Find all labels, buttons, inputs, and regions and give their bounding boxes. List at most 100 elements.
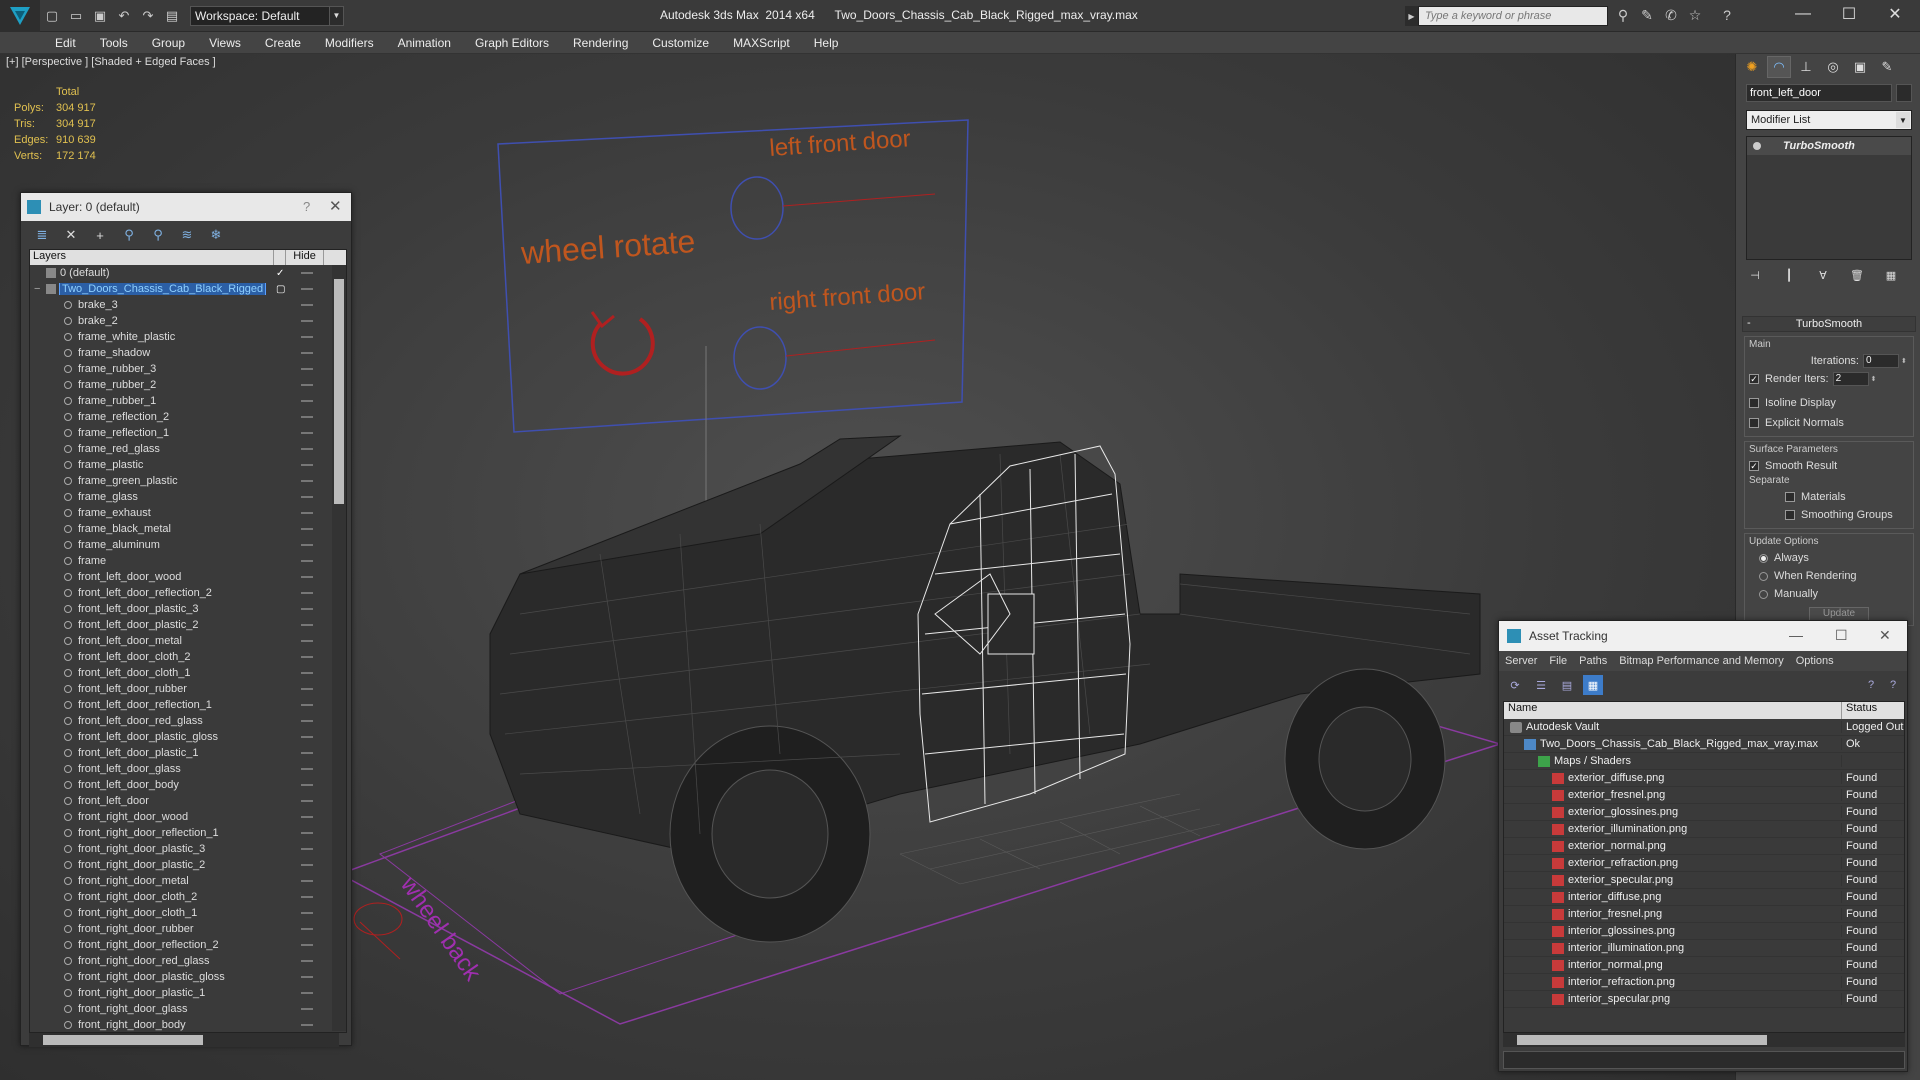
asset-row[interactable]: exterior_specular.png Found: [1504, 872, 1904, 889]
open-file-icon[interactable]: ▭: [66, 6, 86, 26]
motion-tab-icon[interactable]: ◎: [1821, 56, 1845, 78]
hide-toggle[interactable]: [288, 304, 326, 306]
asset-row[interactable]: Maps / Shaders: [1504, 753, 1904, 770]
help-icon[interactable]: ?: [1861, 675, 1881, 695]
object-row[interactable]: front_left_door_plastic_2: [30, 617, 346, 633]
hide-toggle[interactable]: [288, 544, 326, 546]
spinner-arrows-icon[interactable]: ⬍: [1901, 357, 1909, 365]
redo-icon[interactable]: ↷: [138, 6, 158, 26]
object-row[interactable]: front_left_door_glass: [30, 761, 346, 777]
workspace-dropdown[interactable]: Workspace: Default: [190, 5, 330, 26]
create-layer-icon[interactable]: ≣: [31, 224, 53, 246]
asset-table[interactable]: Name Status Autodesk Vault Logged Out Two_…: [1503, 701, 1905, 1033]
object-row[interactable]: front_left_door_rubber: [30, 681, 346, 697]
object-row[interactable]: front_left_door_plastic_3: [30, 601, 346, 617]
search-input[interactable]: Type a keyword or phrase: [1418, 6, 1608, 26]
object-row[interactable]: front_right_door_plastic_gloss: [30, 969, 346, 985]
hide-toggle[interactable]: [288, 576, 326, 578]
object-row[interactable]: brake_3: [30, 297, 346, 313]
table-view-icon[interactable]: ▦: [1583, 675, 1603, 695]
binoculars-icon[interactable]: ⚲: [1614, 7, 1632, 25]
hide-toggle[interactable]: [288, 496, 326, 498]
object-row[interactable]: front_right_door_cloth_1: [30, 905, 346, 921]
hide-toggle[interactable]: [288, 464, 326, 466]
asset-row[interactable]: Autodesk Vault Logged Out: [1504, 719, 1904, 736]
explicit-normals-checkbox[interactable]: [1749, 418, 1759, 428]
hide-toggle[interactable]: [288, 976, 326, 978]
hide-toggle[interactable]: [288, 704, 326, 706]
object-row[interactable]: front_right_door_plastic_1: [30, 985, 346, 1001]
object-row[interactable]: front_left_door_cloth_1: [30, 665, 346, 681]
layer-row[interactable]: 0 (default) ✓: [30, 265, 346, 281]
hide-toggle[interactable]: [288, 384, 326, 386]
maximize-icon[interactable]: ☐: [1835, 627, 1848, 644]
iterations-spinner[interactable]: 0: [1863, 354, 1899, 368]
chevron-down-icon[interactable]: ▼: [330, 5, 344, 26]
layer-panel-titlebar[interactable]: Layer: 0 (default) ? ✕: [21, 193, 351, 221]
object-row[interactable]: frame: [30, 553, 346, 569]
smoothing-groups-checkbox[interactable]: [1785, 510, 1795, 520]
layer-current-checkbox[interactable]: ✓: [276, 268, 288, 279]
remove-modifier-icon[interactable]: 🗑: [1848, 266, 1866, 284]
object-row[interactable]: frame_aluminum: [30, 537, 346, 553]
hide-toggle[interactable]: [288, 784, 326, 786]
hide-all-icon[interactable]: ≋: [176, 224, 198, 246]
isoline-display-checkbox[interactable]: [1749, 398, 1759, 408]
rollout-header[interactable]: - TurboSmooth: [1742, 316, 1916, 332]
object-row[interactable]: front_left_door_reflection_2: [30, 585, 346, 601]
asset-row[interactable]: exterior_fresnel.png Found: [1504, 787, 1904, 804]
help-icon[interactable]: ?: [1718, 7, 1736, 25]
asset-row[interactable]: exterior_illumination.png Found: [1504, 821, 1904, 838]
col-layers[interactable]: Layers: [30, 250, 274, 265]
object-row[interactable]: front_left_door_body: [30, 777, 346, 793]
hide-toggle[interactable]: [288, 528, 326, 530]
maximize-button[interactable]: ☐: [1826, 0, 1872, 28]
hide-toggle[interactable]: [288, 416, 326, 418]
hide-toggle[interactable]: [288, 512, 326, 514]
hide-toggle[interactable]: [288, 672, 326, 674]
hide-toggle[interactable]: [288, 880, 326, 882]
asset-horizontal-scrollbar[interactable]: [1503, 1033, 1905, 1047]
object-row[interactable]: front_left_door: [30, 793, 346, 809]
hide-toggle[interactable]: [288, 816, 326, 818]
chevron-down-icon[interactable]: ▼: [1896, 112, 1910, 128]
object-row[interactable]: frame_black_metal: [30, 521, 346, 537]
refresh-icon[interactable]: ⟳: [1505, 675, 1525, 695]
undo-icon[interactable]: ↶: [114, 6, 134, 26]
modifier-stack[interactable]: TurboSmooth: [1746, 136, 1912, 260]
object-row[interactable]: frame_rubber_3: [30, 361, 346, 377]
layer-list[interactable]: Layers Hide 0 (default) ✓ − Two_Doors_Chass…: [29, 249, 347, 1033]
object-row[interactable]: front_left_door_plastic_1: [30, 745, 346, 761]
help-context-icon[interactable]: ?: [1883, 675, 1903, 695]
viewport-label[interactable]: [+] [Perspective ] [Shaded + Edged Faces…: [6, 56, 216, 68]
when-rendering-radio[interactable]: [1759, 571, 1768, 581]
hide-toggle[interactable]: [288, 992, 326, 994]
hide-toggle[interactable]: [288, 288, 326, 290]
object-row[interactable]: frame_reflection_2: [30, 409, 346, 425]
object-row[interactable]: front_right_door_cloth_2: [30, 889, 346, 905]
object-row[interactable]: frame_exhaust: [30, 505, 346, 521]
object-row[interactable]: brake_2: [30, 313, 346, 329]
object-row[interactable]: front_right_door_reflection_2: [30, 937, 346, 953]
hide-toggle[interactable]: [288, 848, 326, 850]
expand-toggle-icon[interactable]: −: [34, 283, 46, 295]
asset-row[interactable]: exterior_glossines.png Found: [1504, 804, 1904, 821]
highlight-layer-icon[interactable]: ⚲: [147, 224, 169, 246]
hide-toggle[interactable]: [288, 368, 326, 370]
layer-row[interactable]: − Two_Doors_Chassis_Cab_Black_Rigged ▢: [30, 281, 346, 297]
object-row[interactable]: frame_reflection_1: [30, 425, 346, 441]
show-end-result-icon[interactable]: ┃: [1780, 266, 1798, 284]
make-unique-icon[interactable]: ∀: [1814, 266, 1832, 284]
asset-menu-bitmap-performance[interactable]: Bitmap Performance and Memory: [1619, 655, 1783, 667]
asset-row[interactable]: Two_Doors_Chassis_Cab_Black_Rigged_max_v…: [1504, 736, 1904, 753]
asset-row[interactable]: exterior_normal.png Found: [1504, 838, 1904, 855]
object-row[interactable]: frame_rubber_1: [30, 393, 346, 409]
list-view-icon[interactable]: ☰: [1531, 675, 1551, 695]
hide-toggle[interactable]: [288, 688, 326, 690]
hide-toggle[interactable]: [288, 640, 326, 642]
close-icon[interactable]: ✕: [329, 197, 342, 215]
hide-toggle[interactable]: [288, 272, 326, 274]
menu-animation[interactable]: Animation: [398, 36, 451, 50]
asset-menu-server[interactable]: Server: [1505, 655, 1537, 667]
project-folder-icon[interactable]: ▤: [162, 6, 182, 26]
